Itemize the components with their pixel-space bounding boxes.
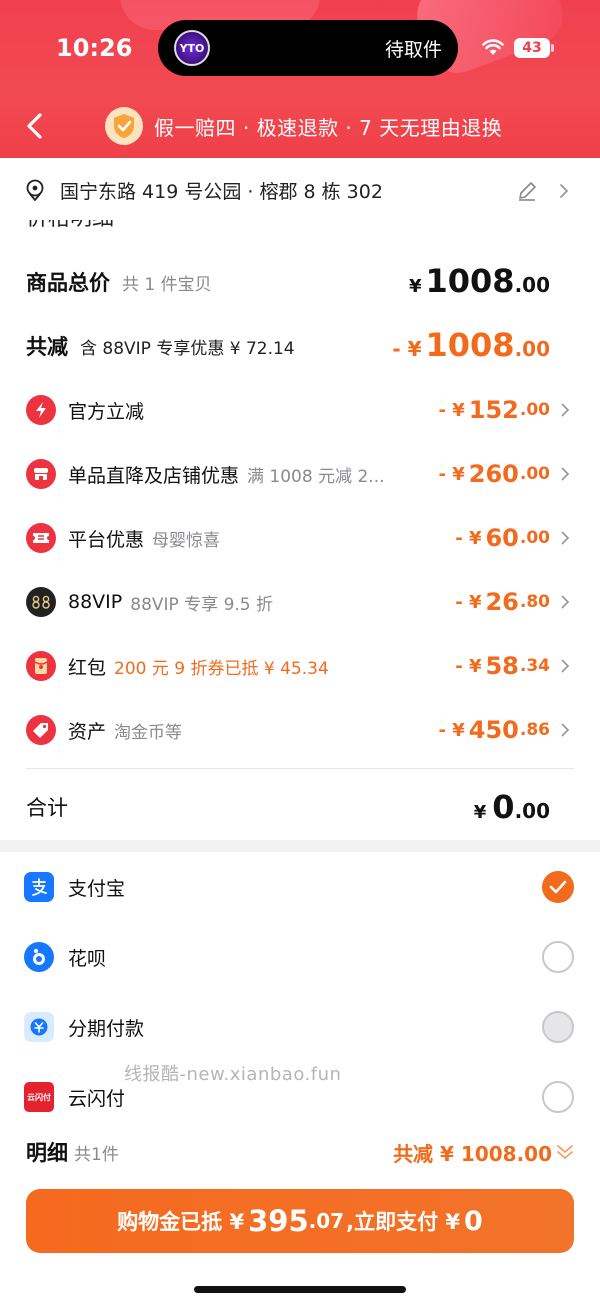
discount-amount: - ¥58.34 — [455, 652, 550, 680]
discount-amount: - ¥450.86 — [438, 716, 551, 744]
reduce-total-row: 共减 含 88VIP 专享优惠 ¥ 72.14 - ¥1008.00 — [0, 314, 600, 378]
payment-option-installment[interactable]: 分期付款 — [0, 992, 600, 1062]
ticket-icon — [26, 523, 56, 553]
reduce-note: 含 88VIP 专享优惠 ¥ 72.14 — [80, 338, 295, 359]
shield-check-icon — [105, 107, 143, 145]
discount-row-88vip[interactable]: 88VIP 88VIP 专享 9.5 折 - ¥26.80 — [0, 570, 600, 634]
payment-option-alipay[interactable]: 支付宝 — [0, 852, 600, 922]
red-envelope-icon — [26, 651, 56, 681]
discount-row-official[interactable]: 官方立减 - ¥152.00 — [0, 378, 600, 442]
goods-count: 共 1 件宝贝 — [122, 274, 212, 295]
header-bar: 10:26 YTO 待取件 43 假一赔四 · 极速退款 · 7 天无理由退换 — [0, 0, 600, 158]
discount-row-platform[interactable]: 平台优惠 母婴惊喜 - ¥60.00 — [0, 506, 600, 570]
back-arrow-icon[interactable] — [22, 110, 50, 142]
detail-count: 共1件 — [74, 1144, 119, 1165]
lightning-icon — [26, 395, 56, 425]
home-indicator[interactable] — [194, 1286, 406, 1293]
detail-summary-row[interactable]: 明细 共1件 共减 ¥ 1008.00 — [0, 1132, 600, 1172]
discount-row-red-envelope[interactable]: 红包 200 元 9 折券已抵 ¥ 45.34 - ¥58.34 — [0, 634, 600, 698]
discount-row-assets[interactable]: 资产 淘金币等 - ¥450.86 — [0, 698, 600, 762]
tag-icon — [26, 715, 56, 745]
total-row: 合计 ¥0.00 — [0, 774, 600, 840]
goods-total-price: ¥1008.00 — [408, 262, 550, 300]
goods-total-label: 商品总价 — [26, 271, 110, 295]
battery-icon: 43 — [514, 38, 550, 58]
reduce-total-label: 共减 — [26, 335, 68, 359]
divider — [26, 768, 574, 769]
location-pin-icon — [26, 179, 44, 201]
guarantee-text: 假一赔四 · 极速退款 · 7 天无理由退换 — [154, 115, 503, 140]
discount-amount: - ¥152.00 — [438, 396, 551, 424]
detail-title: 明细 — [26, 1141, 68, 1165]
radio-unchecked[interactable] — [542, 1081, 574, 1113]
discount-amount: - ¥260.00 — [438, 460, 551, 488]
reduce-total-price: - ¥1008.00 — [392, 326, 550, 364]
chevron-right-icon — [561, 723, 570, 737]
radio-checked[interactable] — [542, 871, 574, 903]
chevron-right-icon — [561, 659, 570, 673]
address-row[interactable]: 国宁东路 419 号公园 · 榕郡 8 栋 302 — [0, 158, 600, 222]
chevron-right-icon — [560, 184, 569, 198]
discount-amount: - ¥60.00 — [455, 524, 550, 552]
section-title-clipped: 价格明细 — [26, 220, 114, 232]
chevron-right-icon — [561, 403, 570, 417]
radio-disabled[interactable] — [542, 1011, 574, 1043]
detail-reduce-amount: 共减 ¥ 1008.00 — [393, 1141, 552, 1166]
installment-icon — [24, 1012, 54, 1042]
discount-amount: - ¥26.80 — [455, 588, 550, 616]
double-chevron-down-icon[interactable] — [555, 1143, 575, 1161]
chevron-right-icon — [561, 467, 570, 481]
battery-tip — [551, 44, 554, 52]
vip88-icon — [26, 587, 56, 617]
total-label: 合计 — [26, 796, 68, 820]
address-text: 国宁东路 419 号公园 · 榕郡 8 栋 302 — [60, 180, 383, 203]
island-status-text: 待取件 — [384, 38, 442, 61]
chevron-right-icon — [561, 595, 570, 609]
payment-card: 支付宝 花呗 分期付款 线报酷-new.xianbao.fun 云闪付 云闪付 … — [0, 852, 600, 1304]
alipay-icon — [24, 872, 54, 902]
pay-now-button[interactable]: 购物金已抵 ¥ 395 .07 ,立即支付 ¥ 0 — [26, 1189, 574, 1253]
huabei-icon — [24, 942, 54, 972]
dynamic-island[interactable]: YTO 待取件 — [158, 20, 458, 76]
edit-pencil-icon[interactable] — [516, 180, 538, 202]
guarantee-banner[interactable]: 假一赔四 · 极速退款 · 7 天无理由退换 — [104, 106, 502, 146]
unionpay-icon: 云闪付 — [24, 1082, 54, 1112]
payment-option-unionpay[interactable]: 云闪付 云闪付 — [0, 1062, 600, 1132]
goods-total-row: 商品总价 共 1 件宝贝 ¥1008.00 — [0, 250, 600, 314]
payment-option-huabei[interactable]: 花呗 — [0, 922, 600, 992]
status-time: 10:26 — [56, 34, 133, 62]
shop-icon — [26, 459, 56, 489]
wifi-icon — [482, 39, 504, 55]
radio-unchecked[interactable] — [542, 941, 574, 973]
price-detail-card: 国宁东路 419 号公园 · 榕郡 8 栋 302 价格明细 商品总价 共 1 … — [0, 158, 600, 840]
discount-row-store[interactable]: 单品直降及店铺优惠 满 1008 元减 2... - ¥260.00 — [0, 442, 600, 506]
total-price: ¥0.00 — [473, 788, 550, 826]
courier-logo-icon: YTO — [174, 30, 210, 66]
chevron-right-icon — [561, 531, 570, 545]
